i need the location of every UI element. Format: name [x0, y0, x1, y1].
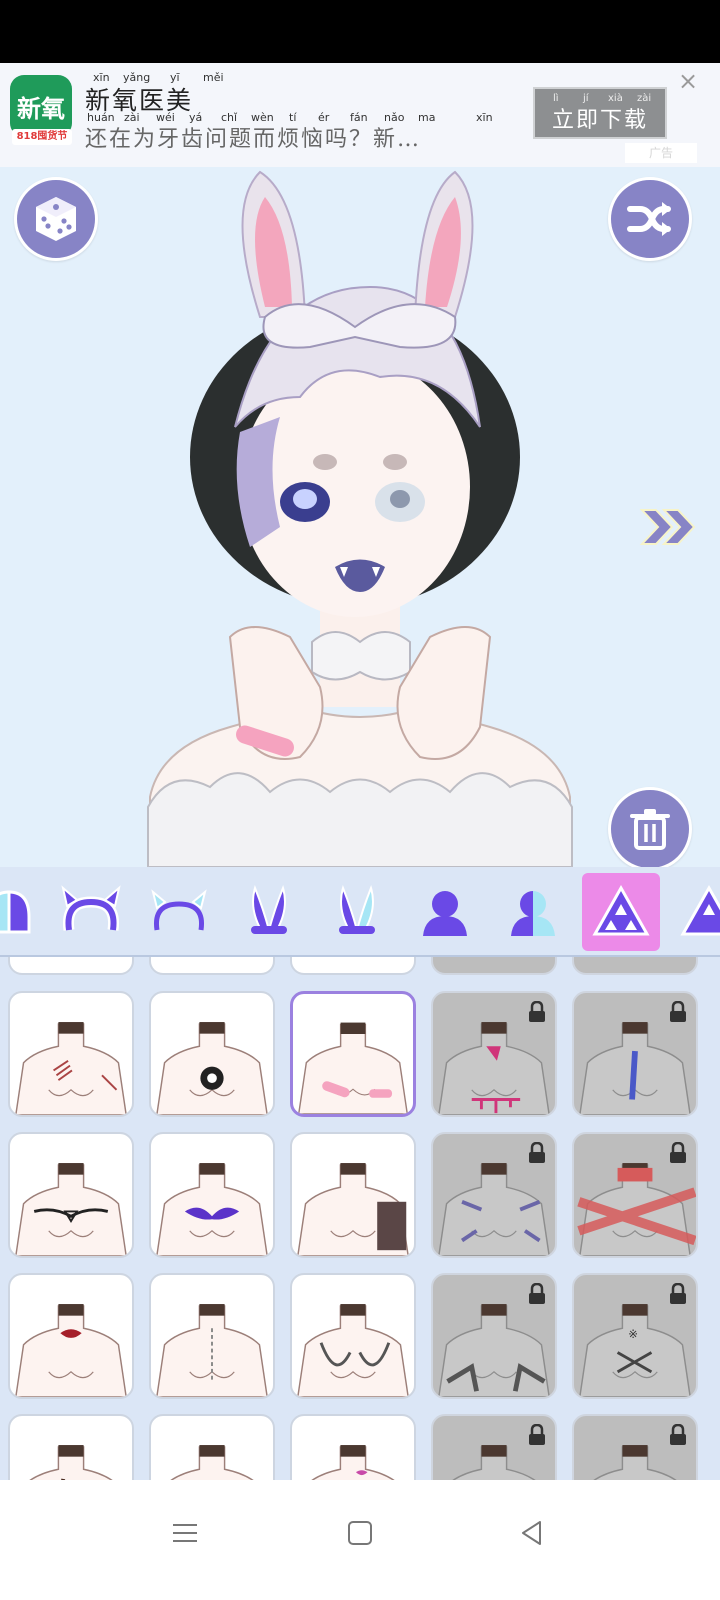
category-bunny-ears[interactable] — [230, 873, 308, 951]
category-triforce[interactable] — [582, 873, 660, 951]
item-tile-antler-tattoo[interactable] — [8, 1132, 134, 1258]
item-tile-partial[interactable] — [431, 957, 557, 975]
lock-icon — [670, 1424, 686, 1445]
trash-icon — [630, 809, 670, 850]
ad-description[interactable]: 还在为牙齿问题而烦恼吗？新… — [85, 121, 421, 153]
horns-headband-outline-icon — [151, 889, 207, 931]
ad-watermark: 广告 — [625, 143, 697, 163]
home-square-icon — [348, 1521, 372, 1545]
torso-preview — [170, 1445, 254, 1480]
item-tile-partial[interactable] — [290, 957, 416, 975]
lock-icon — [670, 1283, 686, 1304]
lock-icon — [529, 1424, 545, 1445]
item-tile-sword-tattoo[interactable]: ※ — [572, 1273, 698, 1399]
item-tile-partial[interactable] — [8, 957, 134, 975]
category-ear-half[interactable] — [0, 873, 48, 951]
category-triforce-partial[interactable] — [670, 873, 720, 951]
delete-button[interactable] — [608, 787, 692, 867]
item-tile-plain[interactable] — [431, 1414, 557, 1480]
item-tile-plain[interactable] — [572, 1414, 698, 1480]
item-tile-plain[interactable] — [149, 1414, 275, 1480]
random-button[interactable] — [14, 177, 98, 261]
ad-banner[interactable]: 新氧 818囤货节 xīn yǎng yī měi 新氧医美 huán zài … — [0, 63, 720, 167]
ad-cta-ruby: jí — [583, 93, 589, 104]
item-tile-scars[interactable] — [8, 991, 134, 1117]
item-tile-stitched-wound[interactable] — [572, 991, 698, 1117]
lock-icon — [670, 1001, 686, 1022]
character-illustration — [147, 170, 573, 867]
character-canvas[interactable] — [0, 167, 720, 867]
ad-desc-ruby: xīn — [476, 111, 493, 124]
ad-logo-text: 新氧 — [17, 94, 65, 123]
item-tile-red-ribbon[interactable] — [572, 1132, 698, 1258]
torso-preview — [311, 1445, 395, 1480]
item-tile-tiger-stripes[interactable] — [431, 1132, 557, 1258]
triforce-icon — [592, 884, 650, 936]
torso-preview — [156, 1022, 268, 1115]
shuffle-icon — [627, 202, 671, 236]
item-tile-partial[interactable] — [149, 957, 275, 975]
body-silhouette-half-icon — [511, 891, 555, 936]
category-body-silhouette-half[interactable] — [494, 873, 572, 951]
ad-title-ruby: měi — [203, 71, 224, 84]
ad-download-label: 立即下载 — [551, 108, 648, 133]
ad-cta-ruby: xià — [608, 93, 623, 104]
category-horns-headband[interactable] — [52, 873, 130, 951]
item-tile-bandages[interactable] — [290, 991, 416, 1117]
item-tile-claw-hands[interactable] — [431, 1273, 557, 1399]
item-grid[interactable]: ※ — [0, 957, 720, 1480]
item-tile-mouth-tattoo[interactable] — [8, 1273, 134, 1399]
category-body-silhouette[interactable] — [406, 873, 484, 951]
torso-preview — [297, 1163, 409, 1256]
item-tile-shoulder-pattern[interactable] — [290, 1132, 416, 1258]
torso-preview — [297, 1022, 409, 1114]
torso-preview — [156, 1163, 268, 1256]
svg-text:※: ※ — [628, 1327, 638, 1341]
ad-close-button[interactable]: × — [676, 69, 700, 93]
menu-icon — [173, 1524, 197, 1542]
status-bar — [0, 0, 720, 63]
category-horns-headband-outline[interactable] — [140, 873, 218, 951]
category-bunny-ears-half[interactable] — [318, 873, 396, 951]
nav-back-button[interactable] — [507, 1508, 557, 1558]
torso-preview — [15, 1304, 127, 1397]
shuffle-button[interactable] — [608, 177, 692, 261]
bunny-ears-half-icon — [339, 884, 375, 934]
nav-home-button[interactable] — [335, 1508, 385, 1558]
bunny-ears-icon — [251, 884, 287, 934]
ad-cta-ruby: zài — [637, 93, 652, 104]
torso-preview — [15, 1163, 127, 1256]
back-triangle-icon — [522, 1521, 541, 1545]
ad-cta-ruby: lì — [553, 93, 559, 104]
lock-icon — [529, 1001, 545, 1022]
ear-half-icon — [0, 890, 31, 934]
ad-logo-sub: 818囤货节 — [12, 129, 72, 145]
item-tile-lips[interactable] — [290, 1414, 416, 1480]
torso-preview — [156, 1304, 268, 1397]
item-tile-partial[interactable] — [572, 957, 698, 975]
item-tile-spine-text[interactable] — [149, 1273, 275, 1399]
lock-icon — [670, 1142, 686, 1163]
lock-icon — [529, 1142, 545, 1163]
triforce-partial-icon — [680, 884, 720, 936]
body-silhouette-icon — [423, 891, 467, 936]
item-tile-bagua-tattoo[interactable] — [149, 991, 275, 1117]
ad-logo[interactable]: 新氧 — [10, 75, 72, 137]
torso-preview — [297, 1304, 409, 1397]
next-page-button[interactable] — [638, 502, 698, 552]
item-tile-branch[interactable] — [8, 1414, 134, 1480]
torso-preview — [29, 1445, 113, 1480]
dice-icon — [36, 197, 76, 241]
item-tile-tribal-tattoo[interactable] — [149, 1132, 275, 1258]
category-bar[interactable] — [0, 867, 720, 957]
item-tile-blood-drips[interactable] — [431, 991, 557, 1117]
item-tile-dragon-tattoo[interactable] — [290, 1273, 416, 1399]
nav-menu-button[interactable] — [160, 1508, 210, 1558]
horns-headband-icon — [61, 885, 121, 931]
lock-icon — [529, 1283, 545, 1304]
system-nav-bar — [0, 1480, 720, 1600]
torso-preview — [15, 1022, 127, 1115]
double-chevron-right-icon — [639, 509, 696, 545]
